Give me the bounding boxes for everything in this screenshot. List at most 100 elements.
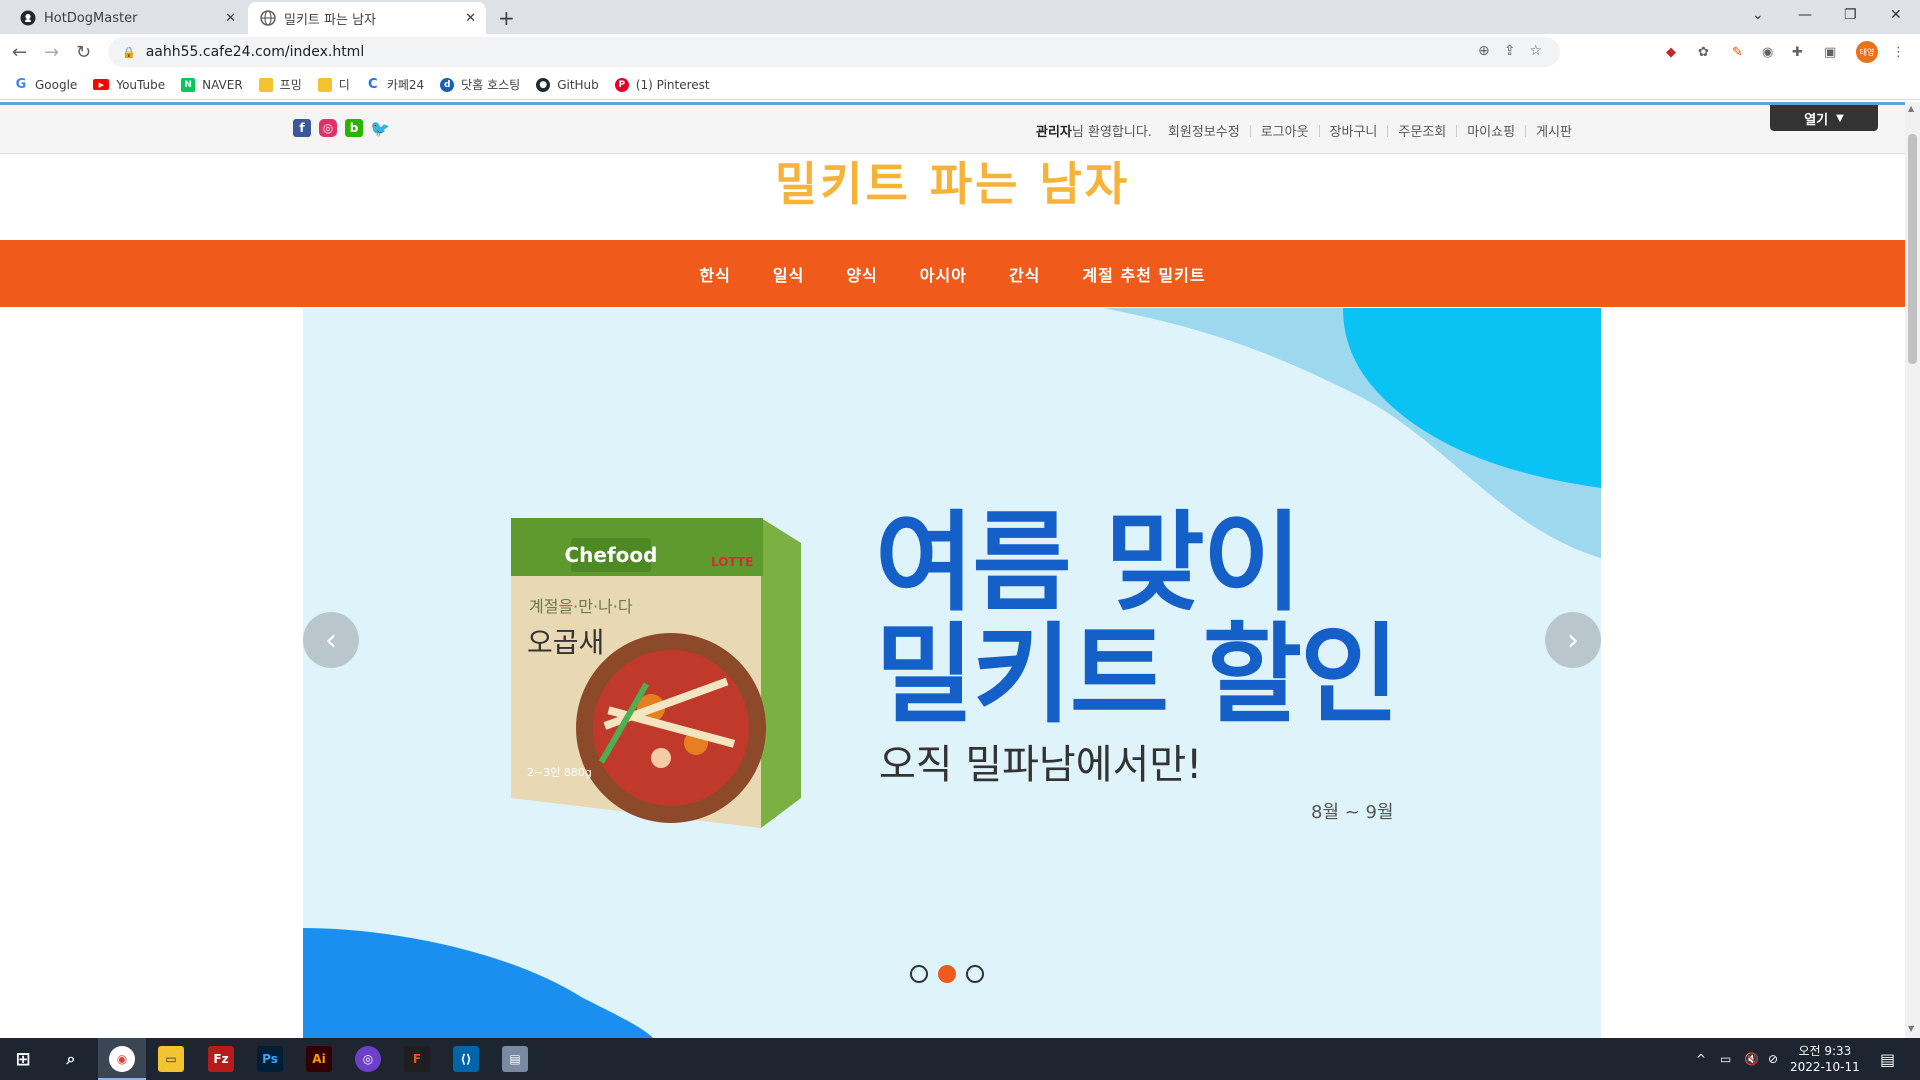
nav-asian[interactable]: 아시아 [920, 262, 967, 286]
chrome-icon[interactable]: ◉ [109, 1046, 135, 1072]
menu-kebab-icon[interactable]: ⋮ [1892, 43, 1905, 61]
admin-name: 관리자 [1036, 125, 1072, 140]
illustrator-icon[interactable]: Ai [306, 1046, 332, 1072]
bookmark-folder-proming[interactable]: 프밍 [258, 76, 302, 93]
page-viewport: f ◎ b 🐦 관리자 님 환영합니다. 회원정보수정 로그아웃 장바구니 주문… [0, 102, 1905, 1038]
ime-icon[interactable]: ⊘ [1768, 1038, 1778, 1080]
link-cart[interactable]: 장바구니 [1330, 121, 1378, 140]
link-orders[interactable]: 주문조회 [1398, 121, 1446, 140]
twitter-icon[interactable]: 🐦 [370, 119, 390, 138]
extensions-puzzle-icon[interactable]: ✚ [1792, 43, 1803, 61]
tab-title: HotDogMaster [44, 10, 138, 26]
nav-korean[interactable]: 한식 [699, 262, 730, 286]
bookmark-youtube[interactable]: ▶ YouTube [93, 78, 165, 92]
open-button-label: 열기 [1804, 112, 1829, 128]
save-disk-icon[interactable]: ▤ [502, 1046, 528, 1072]
site-logo[interactable]: 밀키트 파는 남자 [0, 148, 1905, 214]
extension-shield-icon[interactable]: ◆ [1666, 43, 1676, 61]
new-tab-icon[interactable]: + [498, 6, 515, 30]
scroll-down-icon[interactable]: ▼ [1908, 1024, 1914, 1033]
extension-eyedropper-icon[interactable]: ✎ [1732, 43, 1743, 61]
blog-icon[interactable]: b [345, 119, 363, 137]
tab-milkit[interactable]: 밀키트 파는 남자 ✕ [248, 2, 486, 34]
next-slide-button[interactable]: › [1545, 612, 1601, 668]
nav-seasonal[interactable]: 계절 추천 밀키트 [1082, 262, 1205, 286]
headline-line-2: 밀키트 할인 [875, 613, 1399, 738]
bookmark-google[interactable]: G Google [14, 77, 77, 92]
windows-start-icon[interactable]: ⊞ [10, 1046, 36, 1072]
tab-search-icon[interactable]: ⌄ [1752, 0, 1764, 30]
bookmark-cafe24[interactable]: C 카페24 [365, 76, 425, 93]
tab-hotdogmaster[interactable]: HotDogMaster ✕ [8, 2, 246, 34]
url-text: aahh55.cafe24.com/index.html [145, 44, 365, 60]
side-panel-icon[interactable]: ▣ [1824, 43, 1836, 61]
volume-muted-icon[interactable]: 🔇 [1744, 1038, 1759, 1080]
pinterest-icon: P [614, 77, 629, 92]
restore-icon[interactable]: ❐ [1844, 0, 1857, 30]
bookmark-pinterest[interactable]: P (1) Pinterest [614, 77, 710, 92]
banner-headline: 여름 맞이 밀키트 할인 [875, 501, 1399, 738]
search-icon[interactable]: ⌕ [58, 1046, 84, 1072]
link-logout[interactable]: 로그아웃 [1261, 121, 1309, 140]
link-board[interactable]: 게시판 [1536, 121, 1572, 140]
divider [1456, 124, 1458, 137]
bookmark-label: (1) Pinterest [635, 77, 710, 92]
close-icon[interactable]: ✕ [225, 11, 236, 26]
share-icon[interactable]: ⇪ [1504, 43, 1516, 59]
figma-icon[interactable]: F [404, 1046, 430, 1072]
slide-dot-2[interactable] [938, 965, 956, 983]
avatar[interactable]: 태영 [1856, 41, 1878, 63]
nav-snack[interactable]: 간식 [1009, 262, 1040, 286]
bookmark-dothome[interactable]: d 닷홈 호스팅 [440, 76, 520, 93]
extension-grid-icon[interactable]: ✿ [1698, 43, 1709, 61]
reload-icon[interactable]: ↻ [76, 42, 91, 63]
bookmark-github[interactable]: ● GitHub [536, 77, 599, 92]
scroll-up-icon[interactable]: ▲ [1908, 104, 1914, 113]
address-bar[interactable]: 🔒 aahh55.cafe24.com/index.html ⊕ ⇪ ☆ [108, 37, 1560, 67]
main-nav: 한식 일식 양식 아시아 간식 계절 추천 밀키트 [0, 240, 1905, 307]
bookmark-label: GitHub [557, 77, 599, 92]
bookmark-folder-di[interactable]: 디 [317, 76, 350, 93]
extension-camera-icon[interactable]: ◉ [1762, 43, 1773, 61]
bookmark-naver[interactable]: N NAVER [181, 77, 243, 92]
bookmark-label: 카페24 [386, 78, 425, 92]
scrollbar-thumb[interactable] [1908, 134, 1917, 364]
star-icon[interactable]: ☆ [1529, 43, 1542, 59]
top-utility-bar: f ◎ b 🐦 관리자 님 환영합니다. 회원정보수정 로그아웃 장바구니 주문… [0, 102, 1905, 154]
instagram-icon[interactable]: ◎ [319, 119, 337, 137]
prev-slide-button[interactable]: ‹ [303, 612, 359, 668]
headline-line-1: 여름 맞이 [875, 501, 1302, 626]
taskbar-clock[interactable]: 오전 9:33 2022-10-11 [1790, 1043, 1860, 1075]
product-tagline: 계절을·만·나·다 [529, 597, 633, 616]
bookmark-label: NAVER [202, 77, 243, 92]
cafe24-icon: C [365, 77, 380, 92]
slide-dot-3[interactable] [966, 965, 984, 983]
dothome-icon: d [440, 77, 455, 92]
photoshop-icon[interactable]: Ps [257, 1046, 283, 1072]
notification-icon[interactable]: ▤ [1880, 1038, 1895, 1080]
page-scrollbar[interactable]: ▲ ▼ [1905, 102, 1920, 1038]
banner-period: 8월 ~ 9월 [1311, 802, 1394, 823]
close-icon[interactable]: ✕ [465, 11, 476, 26]
vscode-icon[interactable]: ⟨⟩ [453, 1046, 479, 1072]
minimize-icon[interactable]: — [1798, 0, 1812, 30]
link-my-shopping[interactable]: 마이쇼핑 [1467, 121, 1515, 140]
nav-japanese[interactable]: 일식 [773, 262, 804, 286]
product-weight: 2~3인 880g [527, 766, 592, 779]
file-explorer-icon[interactable]: ▭ [158, 1046, 184, 1072]
back-icon[interactable]: ← [12, 42, 27, 63]
tray-overflow-icon[interactable]: ^ [1696, 1038, 1706, 1080]
link-edit-profile[interactable]: 회원정보수정 [1168, 121, 1240, 140]
nav-western[interactable]: 양식 [846, 262, 877, 286]
open-button[interactable]: 열기 ▼ [1770, 105, 1878, 131]
github-desktop-icon[interactable]: ◎ [355, 1046, 381, 1072]
forward-icon[interactable]: → [44, 42, 59, 63]
network-icon[interactable]: ▭ [1720, 1038, 1731, 1080]
zoom-icon[interactable]: ⊕ [1478, 43, 1490, 59]
clock-date: 2022-10-11 [1790, 1060, 1860, 1074]
filezilla-icon[interactable]: Fz [208, 1046, 234, 1072]
close-window-icon[interactable]: ✕ [1890, 0, 1902, 30]
facebook-icon[interactable]: f [293, 119, 311, 137]
slide-dot-1[interactable] [910, 965, 928, 983]
divider [1387, 124, 1389, 137]
